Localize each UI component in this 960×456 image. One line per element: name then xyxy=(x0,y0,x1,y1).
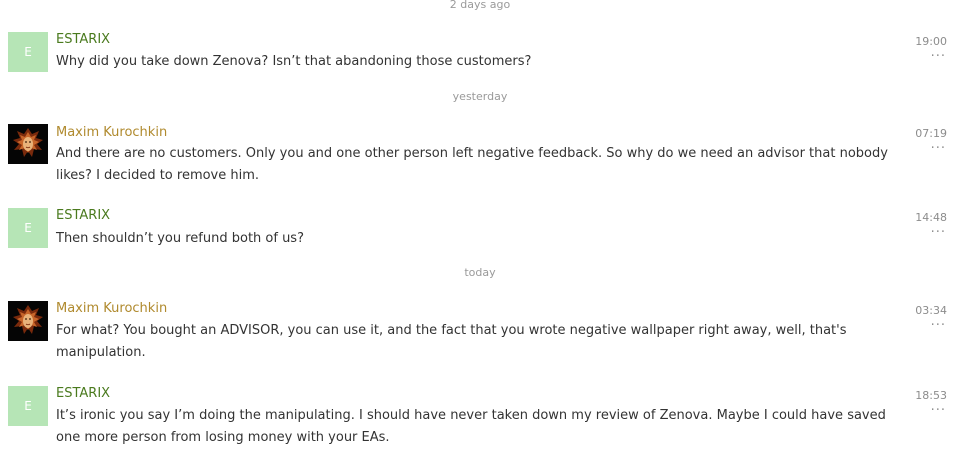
date-divider: today xyxy=(464,266,496,279)
avatar[interactable]: E xyxy=(8,32,48,72)
date-divider: yesterday xyxy=(452,90,508,103)
avatar-letter: E xyxy=(24,221,32,235)
author-name[interactable]: ESTARIX xyxy=(56,31,110,49)
more-options-icon[interactable]: ··· xyxy=(931,50,946,63)
avatar-letter: E xyxy=(24,399,32,413)
avatar-photo-icon xyxy=(8,301,48,341)
message-text: And there are no customers. Only you and… xyxy=(56,146,888,183)
author-name[interactable]: Maxim Kurochkin xyxy=(56,124,167,142)
avatar-letter: E xyxy=(24,45,32,59)
more-options-icon[interactable]: ··· xyxy=(931,319,946,332)
message-text: Why did you take down Zenova? Isn’t that… xyxy=(56,54,532,69)
message-text: Then shouldn’t you refund both of us? xyxy=(56,231,304,246)
chat-thread: 2 days ago E ESTARIX Why did you take do… xyxy=(0,0,960,456)
avatar[interactable] xyxy=(8,301,48,341)
message-text: It’s ironic you say I’m doing the manipu… xyxy=(56,408,886,445)
message-text: For what? You bought an ADVISOR, you can… xyxy=(56,323,847,360)
timestamp: 19:00 xyxy=(915,35,947,48)
more-options-icon[interactable]: ··· xyxy=(931,142,946,155)
timestamp: 18:53 xyxy=(915,389,947,402)
more-options-icon[interactable]: ··· xyxy=(931,226,946,239)
author-name[interactable]: Maxim Kurochkin xyxy=(56,300,167,318)
avatar[interactable] xyxy=(8,124,48,164)
author-name[interactable]: ESTARIX xyxy=(56,385,110,403)
more-options-icon[interactable]: ··· xyxy=(931,404,946,417)
timestamp: 07:19 xyxy=(915,127,947,140)
timestamp: 14:48 xyxy=(915,211,947,224)
date-divider: 2 days ago xyxy=(449,0,511,11)
avatar[interactable]: E xyxy=(8,386,48,426)
author-name[interactable]: ESTARIX xyxy=(56,207,110,225)
avatar-photo-icon xyxy=(8,124,48,164)
timestamp: 03:34 xyxy=(915,304,947,317)
avatar[interactable]: E xyxy=(8,208,48,248)
